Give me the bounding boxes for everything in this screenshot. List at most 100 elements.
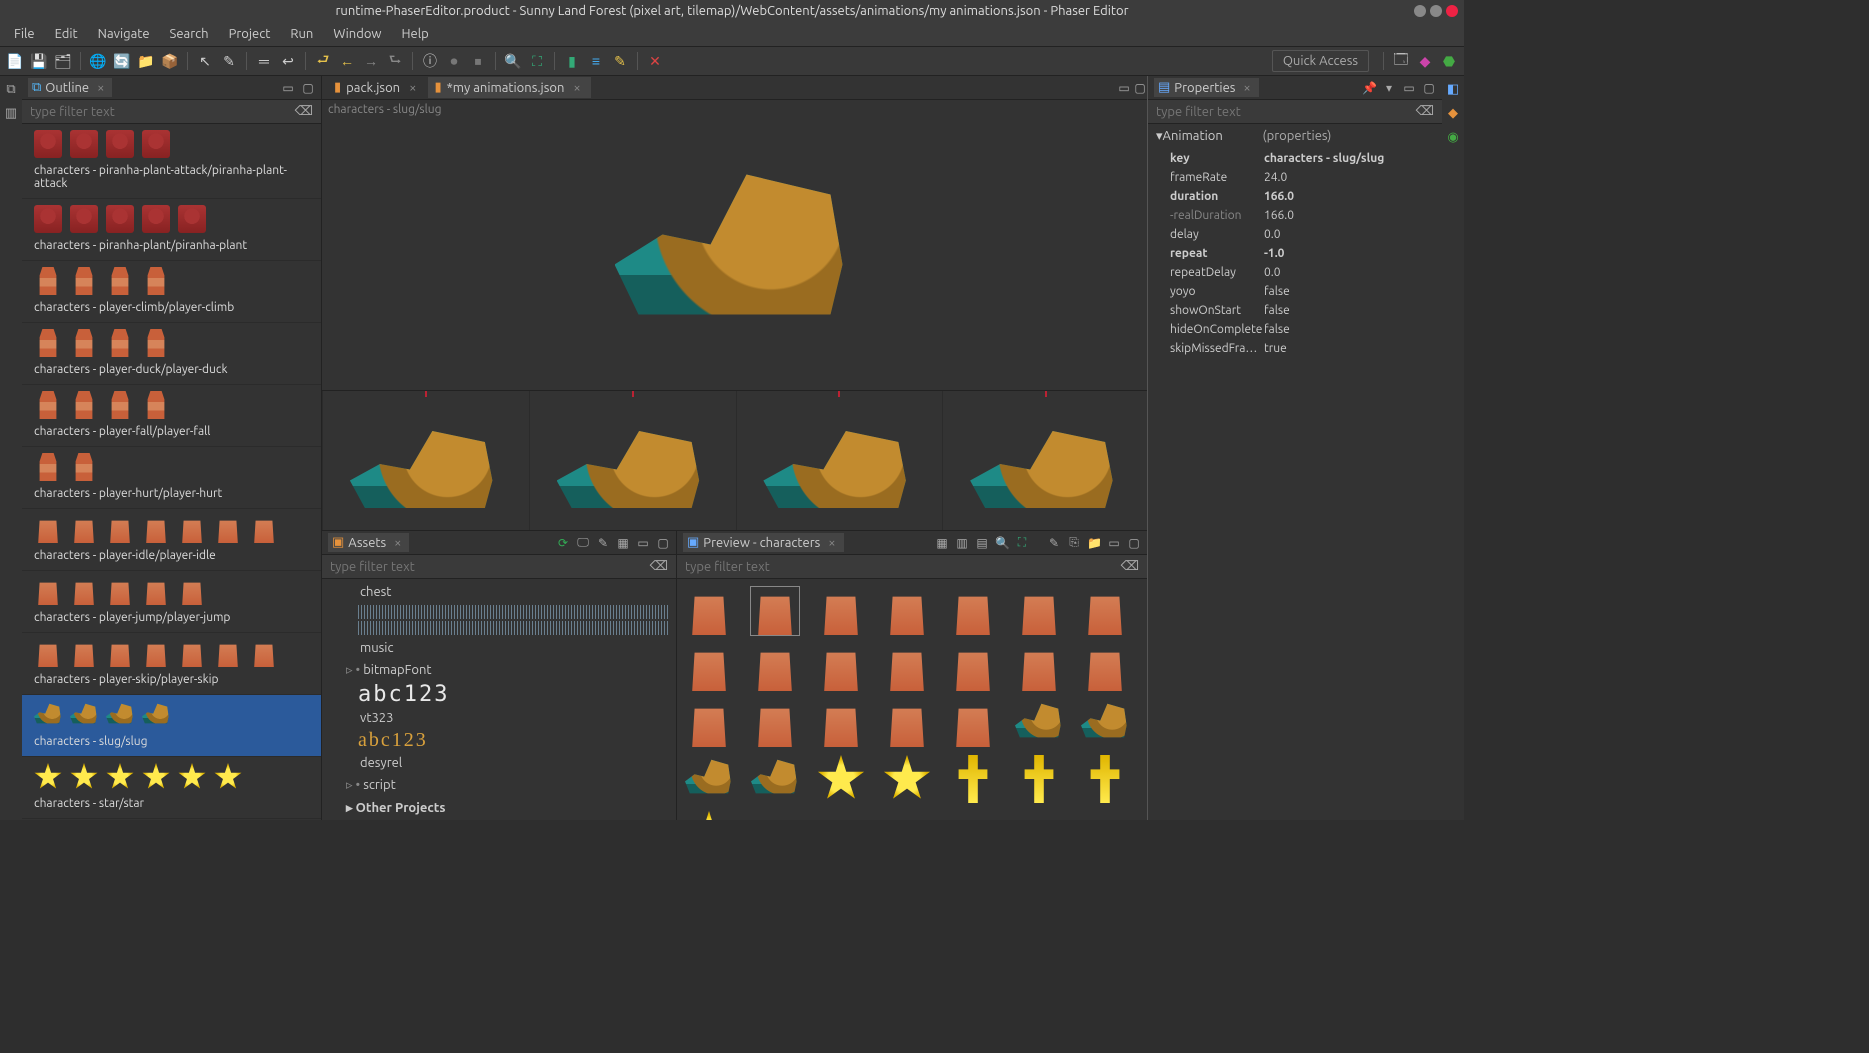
outline-item[interactable]: characters - piranha-plant/piranha-plant xyxy=(22,199,321,261)
preview-cell[interactable] xyxy=(949,643,997,691)
clear-filter-icon[interactable]: ⌫ xyxy=(650,559,668,574)
animation-canvas[interactable] xyxy=(322,119,1147,390)
properties-list[interactable]: Animation(properties)keycharacters - slu… xyxy=(1148,124,1442,820)
outline-item[interactable]: characters - slug/slug xyxy=(22,695,321,757)
close-icon[interactable]: × xyxy=(409,81,416,95)
preview-cell[interactable] xyxy=(949,699,997,747)
preview-cell[interactable] xyxy=(685,811,733,820)
pin-icon[interactable]: 📌 xyxy=(1362,81,1376,95)
zoom-icon[interactable]: 🔍 xyxy=(504,52,522,70)
add-frame-icon[interactable]: ▮ xyxy=(563,52,581,70)
close-icon[interactable]: × xyxy=(828,536,835,550)
preview-cell[interactable] xyxy=(751,643,799,691)
editor-tab[interactable]: ▮*my animations.json× xyxy=(428,77,590,98)
preview-cell[interactable] xyxy=(1015,643,1063,691)
preview-cell[interactable] xyxy=(883,699,931,747)
fit-icon[interactable]: ⛶ xyxy=(528,52,546,70)
outline-filter-input[interactable] xyxy=(30,105,295,119)
outline-item[interactable]: characters - player-duck/player-duck xyxy=(22,323,321,385)
trim-chains-icon[interactable]: ◉ xyxy=(1445,130,1461,146)
outline-item[interactable]: characters - piranha-plant-attack/piranh… xyxy=(22,124,321,199)
assets-tree[interactable]: chestmusicbitmapFontabc123vt323abc123des… xyxy=(322,579,676,820)
monitor-icon[interactable]: 🖵 xyxy=(576,536,590,550)
outline-item[interactable]: characters - player-idle/player-idle xyxy=(22,509,321,571)
edit-asset-icon[interactable]: ✎ xyxy=(596,536,610,550)
frame-cell[interactable] xyxy=(322,391,527,530)
menu-search[interactable]: Search xyxy=(162,25,217,43)
preview-min-icon[interactable]: ▭ xyxy=(1107,536,1121,550)
preview-cell[interactable] xyxy=(949,587,997,635)
assets-min-icon[interactable]: ▭ xyxy=(636,536,650,550)
folder-search-icon[interactable]: 📁 xyxy=(137,52,155,70)
menu-window[interactable]: Window xyxy=(325,25,389,43)
preview-cell[interactable] xyxy=(1015,587,1063,635)
zoom-preview-icon[interactable]: 🔍 xyxy=(995,536,1009,550)
asset-item[interactable]: music xyxy=(328,637,670,659)
menu-run[interactable]: Run xyxy=(282,25,321,43)
outline-item[interactable]: characters - star/star xyxy=(22,757,321,819)
preview-cell[interactable] xyxy=(883,587,931,635)
preview-cell[interactable] xyxy=(817,643,865,691)
property-row[interactable]: delay0.0 xyxy=(1148,225,1442,244)
window-maximize-icon[interactable] xyxy=(1430,5,1442,17)
outline-item[interactable]: characters - player-fall/player-fall xyxy=(22,385,321,447)
asset-item[interactable]: script xyxy=(328,774,670,797)
box-icon[interactable]: 📦 xyxy=(161,52,179,70)
asset-item[interactable]: chest xyxy=(328,581,670,603)
property-row[interactable]: repeat-1.0 xyxy=(1148,244,1442,263)
frame-cell[interactable] xyxy=(529,391,734,530)
outline-item[interactable]: characters - player-skip/player-skip xyxy=(22,633,321,695)
preview-cell[interactable] xyxy=(1015,755,1063,803)
preview-cell[interactable] xyxy=(817,755,865,803)
pencil-icon[interactable]: ✎ xyxy=(220,52,238,70)
perspective-2-icon[interactable]: ◆ xyxy=(1416,52,1434,70)
outline-list[interactable]: characters - piranha-plant-attack/piranh… xyxy=(22,124,321,820)
props-min-icon[interactable]: ▭ xyxy=(1402,81,1416,95)
folder-icon[interactable]: 📁 xyxy=(1087,536,1101,550)
preview-cell[interactable] xyxy=(1081,587,1129,635)
preview-tab[interactable]: ▣ Preview - characters × xyxy=(683,533,844,552)
property-row[interactable]: showOnStartfalse xyxy=(1148,301,1442,320)
menu-file[interactable]: File xyxy=(6,25,43,43)
globe-icon[interactable]: 🌐 xyxy=(89,52,107,70)
editor-maximize-icon[interactable]: ▢ xyxy=(1133,81,1147,95)
menu-project[interactable]: Project xyxy=(221,25,279,43)
outline-item[interactable]: characters - player-climb/player-climb xyxy=(22,261,321,323)
preview-max-icon[interactable]: ▢ xyxy=(1127,536,1141,550)
frame-cell[interactable] xyxy=(736,391,941,530)
preview-filter-input[interactable] xyxy=(685,560,1121,574)
menu-icon[interactable]: ▾ xyxy=(1382,81,1396,95)
close-icon[interactable]: × xyxy=(394,536,401,550)
list-icon[interactable]: ≡ xyxy=(587,52,605,70)
assets-filter-input[interactable] xyxy=(330,560,650,574)
save-icon[interactable]: 💾 xyxy=(30,52,48,70)
perspective-1-icon[interactable]: 🗔 xyxy=(1392,52,1410,70)
property-row[interactable]: yoyofalse xyxy=(1148,282,1442,301)
preview-cell[interactable] xyxy=(817,587,865,635)
grid-small-icon[interactable]: ▦ xyxy=(935,536,949,550)
window-close-icon[interactable] xyxy=(1446,5,1458,17)
nav-back2-icon[interactable]: ← xyxy=(338,52,356,70)
quick-access[interactable]: Quick Access xyxy=(1272,50,1369,72)
perspective-3-icon[interactable]: ⬣ xyxy=(1440,52,1458,70)
preview-cell[interactable] xyxy=(1081,755,1129,803)
frame-cell[interactable] xyxy=(942,391,1147,530)
preview-cell[interactable] xyxy=(883,643,931,691)
preview-cell[interactable] xyxy=(685,699,733,747)
preview-cell[interactable] xyxy=(817,699,865,747)
preview-cell[interactable] xyxy=(685,755,733,803)
fit-preview-icon[interactable]: ⛶ xyxy=(1015,536,1029,550)
trim-tasks-icon[interactable]: ◧ xyxy=(1445,82,1461,98)
refresh-assets-icon[interactable]: ⟳ xyxy=(556,536,570,550)
preview-cell[interactable] xyxy=(1081,699,1129,747)
asset-item[interactable]: vt323 xyxy=(328,707,670,729)
outline-tab[interactable]: ⧉ Outline × xyxy=(28,78,112,97)
info-icon[interactable]: ⓘ xyxy=(421,52,439,70)
grid-med-icon[interactable]: ▥ xyxy=(955,536,969,550)
nav-fwd2-icon[interactable]: ⮑ xyxy=(386,52,404,70)
box-assets-icon[interactable]: ▦ xyxy=(616,536,630,550)
history-icon[interactable]: ↩ xyxy=(279,52,297,70)
menu-navigate[interactable]: Navigate xyxy=(90,25,158,43)
preview-cell[interactable] xyxy=(883,755,931,803)
property-row[interactable]: frameRate24.0 xyxy=(1148,168,1442,187)
